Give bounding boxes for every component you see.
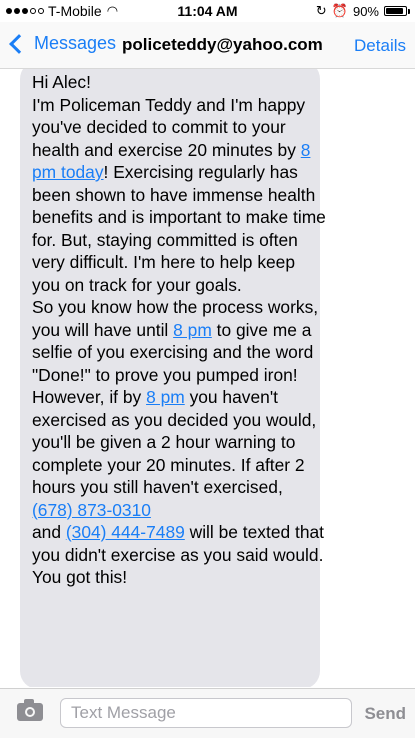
back-label: Messages	[34, 33, 117, 53]
rotation-lock-icon: ↻	[315, 3, 327, 18]
message-input[interactable]	[60, 698, 352, 728]
navigation-bar: Messages policeteddy@yahoo.com Details	[0, 22, 415, 69]
message-text-segment: and	[32, 522, 62, 542]
alarm-icon: ⏰	[331, 3, 348, 18]
status-bar: T-Mobile ◠ 11:04 AM ↻ ⏰ 90%	[0, 0, 415, 22]
message-link[interactable]: 8 pm	[173, 320, 212, 340]
back-button[interactable]: Messages	[8, 33, 116, 54]
battery-fill	[386, 8, 404, 14]
battery-tip	[408, 9, 410, 14]
battery-percent: 90%	[352, 3, 379, 19]
camera-icon[interactable]	[17, 699, 43, 721]
battery-icon	[384, 6, 410, 16]
message-thread[interactable]: Hi Alec! I'm Policeman Teddy and I'm hap…	[0, 69, 415, 687]
compose-bar: Send	[0, 688, 415, 738]
message-link[interactable]: (304) 444-7489	[66, 522, 185, 542]
send-button[interactable]: Send	[364, 704, 406, 724]
contact-title[interactable]: policeteddy@yahoo.com	[122, 35, 323, 55]
message-link[interactable]: (678) 873-0310	[32, 500, 151, 520]
message-text-segment: Hi Alec! I'm Policeman Teddy and I'm hap…	[32, 72, 306, 160]
message-text: Hi Alec! I'm Policeman Teddy and I'm hap…	[32, 71, 327, 589]
status-right: ↻ ⏰ 90%	[315, 3, 410, 19]
details-button[interactable]: Details	[354, 36, 406, 56]
camera-lens	[25, 707, 35, 717]
message-link[interactable]: 8 pm	[146, 387, 185, 407]
message-text-segment: ! Exercising regularly has been shown to…	[32, 162, 326, 340]
chevron-left-icon	[9, 33, 29, 54]
